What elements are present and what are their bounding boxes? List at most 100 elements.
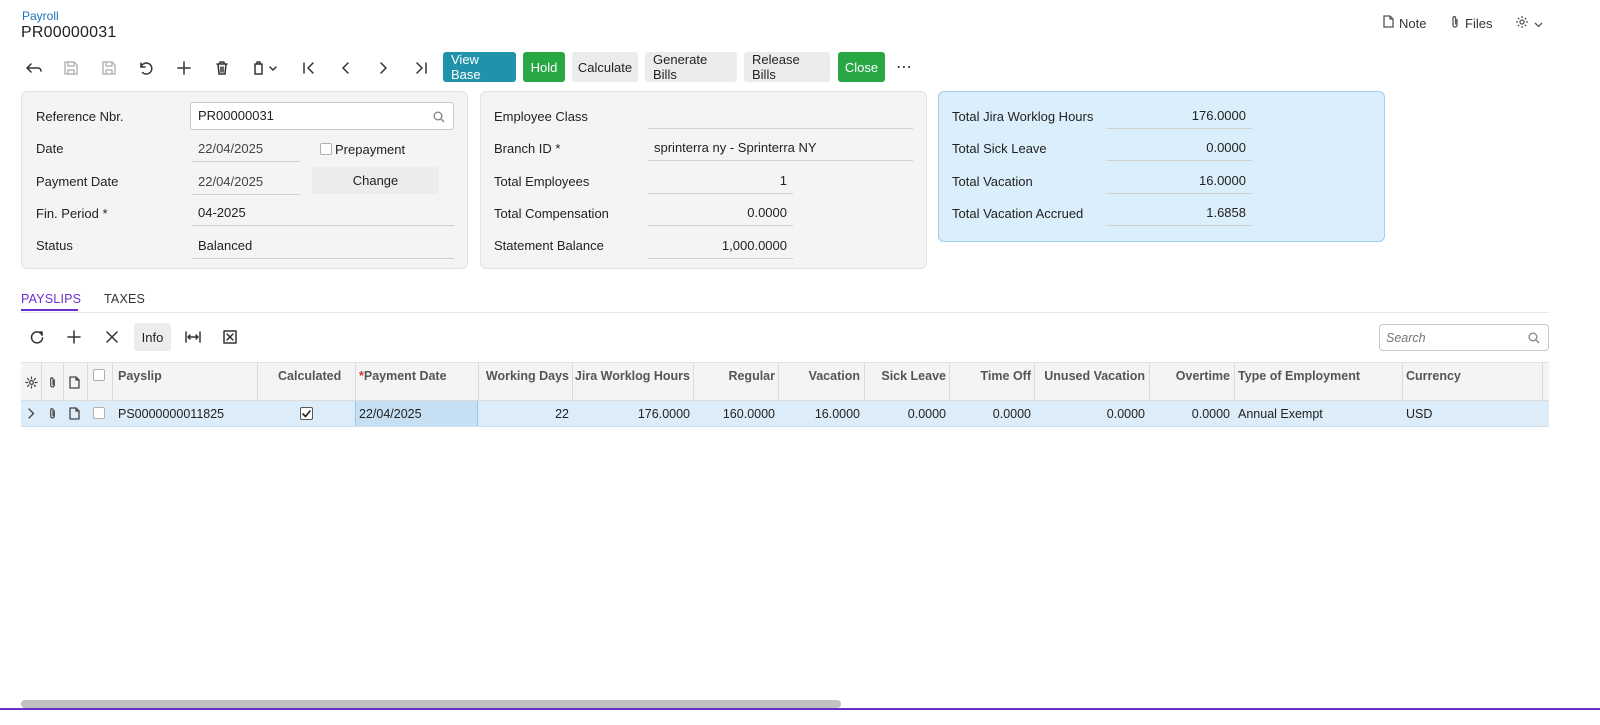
col-vacation[interactable]: Vacation (778, 369, 860, 383)
total-compensation-value: 0.0000 (648, 200, 793, 226)
branch-id-field[interactable]: sprinterra ny - Sprinterra NY (648, 135, 913, 161)
status-value: Balanced (192, 233, 454, 259)
prepayment-checkbox[interactable] (320, 143, 332, 155)
more-actions-button[interactable]: ⋯ (892, 52, 916, 82)
note-button[interactable]: Note (1383, 15, 1426, 31)
tab-payslips[interactable]: PAYSLIPS (21, 292, 81, 306)
total-sick-leave-value: 0.0000 (1107, 135, 1252, 161)
generate-bills-button[interactable]: Generate Bills (645, 52, 737, 82)
hold-button[interactable]: Hold (523, 52, 565, 82)
col-time-off[interactable]: Time Off (949, 369, 1031, 383)
row-note-icon[interactable] (68, 407, 80, 420)
col-payment-date[interactable]: *Payment Date (359, 369, 447, 383)
col-currency[interactable]: Currency (1406, 369, 1461, 383)
currency-value: USD (1406, 407, 1433, 421)
attachments-header-icon (45, 375, 59, 389)
undo-icon[interactable] (132, 54, 160, 82)
horizontal-scrollbar[interactable] (21, 700, 841, 708)
status-label: Status (36, 238, 73, 253)
col-type-of-employment[interactable]: Type of Employment (1238, 369, 1360, 383)
tab-taxes[interactable]: TAXES (104, 292, 145, 306)
col-jira-hours[interactable]: Jira Worklog Hours (572, 369, 690, 383)
vacation-value: 16.0000 (814, 407, 860, 421)
column-settings-icon[interactable] (23, 375, 39, 389)
employee-class-label: Employee Class (494, 109, 588, 124)
col-regular[interactable]: Regular (693, 369, 775, 383)
sick-leave-value: 0.0000 (907, 407, 946, 421)
tab-divider (21, 312, 1549, 313)
breadcrumb-payroll[interactable]: Payroll (22, 9, 59, 23)
col-unused-vacation[interactable]: Unused Vacation (1034, 369, 1145, 383)
column-separator (87, 363, 88, 402)
save-close-icon[interactable] (57, 54, 85, 82)
fin-period-field[interactable]: 04-2025 (192, 200, 454, 226)
save-icon[interactable] (95, 54, 123, 82)
statement-balance-value: 1,000.0000 (648, 233, 793, 259)
time-off-value: 0.0000 (992, 407, 1031, 421)
col-sick-leave[interactable]: Sick Leave (864, 369, 946, 383)
row-attachments-icon[interactable] (46, 407, 58, 420)
paperclip-icon (1450, 15, 1460, 32)
calculated-checkbox[interactable] (300, 407, 313, 420)
next-record-icon[interactable] (369, 54, 397, 82)
total-jira-hours-value: 176.0000 (1107, 103, 1252, 129)
branch-id-label: Branch ID * (494, 141, 561, 156)
files-button[interactable]: Files (1450, 15, 1492, 32)
last-record-icon[interactable] (407, 54, 435, 82)
first-record-icon[interactable] (295, 54, 323, 82)
fit-columns-icon[interactable] (179, 323, 207, 351)
gear-icon (1515, 15, 1529, 32)
reference-nbr-label: Reference Nbr. (36, 109, 124, 124)
col-working-days[interactable]: Working Days (478, 369, 569, 383)
delete-row-icon[interactable] (98, 323, 126, 351)
expand-row-icon[interactable] (25, 407, 37, 420)
employees-panel: Employee Class Branch ID * sprinterra ny… (480, 91, 927, 269)
chevron-down-icon (1534, 16, 1543, 31)
close-button[interactable]: Close (838, 52, 885, 82)
total-vacation-value: 16.0000 (1107, 168, 1252, 194)
fin-period-label: Fin. Period * (36, 206, 108, 221)
col-payment-date-label: Payment Date (363, 369, 447, 383)
back-icon[interactable] (20, 54, 48, 82)
release-bills-button[interactable]: Release Bills (744, 52, 830, 82)
calculate-button[interactable]: Calculate (572, 52, 638, 82)
row-select-checkbox[interactable] (93, 407, 105, 419)
type-of-employment-value: Annual Exempt (1238, 407, 1323, 421)
active-tab-indicator (21, 309, 78, 311)
add-row-icon[interactable] (60, 323, 88, 351)
column-separator (112, 363, 113, 402)
payment-date-field[interactable]: 22/04/2025 (192, 169, 300, 195)
total-employees-value: 1 (648, 168, 793, 194)
info-button[interactable]: Info (134, 323, 171, 351)
unused-vacation-value: 0.0000 (1106, 407, 1145, 421)
change-button[interactable]: Change (312, 167, 439, 194)
reference-nbr-field[interactable]: PR00000031 (190, 102, 454, 130)
total-employees-label: Total Employees (494, 174, 590, 189)
col-payslip[interactable]: Payslip (118, 369, 162, 383)
total-jira-hours-label: Total Jira Worklog Hours (952, 109, 1094, 124)
date-field[interactable]: 22/04/2025 (192, 136, 300, 162)
employee-class-field[interactable] (648, 103, 913, 129)
totals-panel: Total Jira Worklog Hours 176.0000 Total … (938, 91, 1385, 242)
prepayment-label: Prepayment (335, 142, 406, 157)
previous-record-icon[interactable] (332, 54, 360, 82)
regular-value: 160.0000 (722, 407, 775, 421)
export-excel-icon[interactable] (216, 323, 244, 351)
refresh-icon[interactable] (23, 323, 51, 351)
delete-icon[interactable] (208, 54, 236, 82)
col-calculated[interactable]: Calculated (278, 369, 341, 383)
total-sick-leave-label: Total Sick Leave (952, 141, 1047, 156)
table-row[interactable]: PS0000000011825 22/04/2025 22 176.0000 1… (21, 401, 1549, 427)
view-base-button[interactable]: View Base (443, 52, 516, 82)
notes-header-icon (67, 375, 81, 389)
payslip-link[interactable]: PS0000000011825 (118, 407, 224, 421)
statement-balance-label: Statement Balance (494, 238, 604, 253)
copy-paste-menu-icon[interactable] (246, 54, 284, 82)
column-separator (355, 363, 356, 402)
payment-date-label: Payment Date (36, 174, 119, 189)
settings-menu-button[interactable] (1515, 15, 1543, 32)
grid-search-input[interactable] (1380, 325, 1520, 350)
add-icon[interactable] (170, 54, 198, 82)
col-overtime[interactable]: Overtime (1149, 369, 1230, 383)
select-all-checkbox[interactable] (93, 369, 105, 381)
